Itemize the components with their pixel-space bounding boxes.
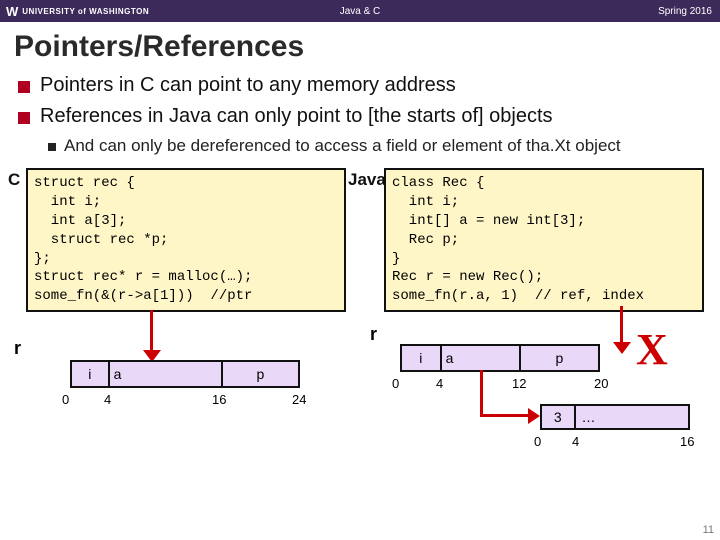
tick: 0 (62, 392, 69, 407)
header-center: Java & C (340, 6, 381, 17)
mem-java-i: i (402, 346, 442, 370)
arr-dots: … (576, 406, 688, 428)
tick: 4 (104, 392, 111, 407)
diagrams: r i a p 0 4 16 24 r i a p 0 4 12 20 X 3 … (0, 312, 720, 482)
bullet-subsquare-icon (48, 143, 56, 151)
tick: 4 (572, 434, 579, 449)
mem-java: i a p (400, 344, 600, 372)
mem-c: i a p (70, 360, 300, 388)
mem-java-p: p (521, 346, 598, 370)
tick: 16 (212, 392, 226, 407)
bullet-2: References in Java can only point to [th… (18, 105, 702, 128)
tick: 20 (594, 376, 608, 391)
page-number: 11 (703, 524, 714, 536)
tick: 24 (292, 392, 306, 407)
c-label: C (8, 170, 20, 190)
tick: 16 (680, 434, 694, 449)
r-label-right: r (370, 324, 377, 345)
bullet-square-icon (18, 81, 30, 93)
logo: W UNIVERSITY of WASHINGTON (0, 4, 149, 19)
tick: 0 (534, 434, 541, 449)
bullets: Pointers in C can point to any memory ad… (0, 74, 720, 156)
c-column: C struct rec { int i; int a[3]; struct r… (10, 168, 346, 312)
mem-c-p: p (223, 362, 298, 386)
tick: 0 (392, 376, 399, 391)
c-code: struct rec { int i; int a[3]; struct rec… (26, 168, 346, 312)
tick: 4 (436, 376, 443, 391)
bullet-square-icon (18, 112, 30, 124)
tick: 12 (512, 376, 526, 391)
logo-w: W (6, 4, 18, 19)
java-label: Java (348, 170, 386, 190)
mem-c-a: a (110, 362, 223, 386)
mem-c-i: i (72, 362, 110, 386)
bullet-1: Pointers in C can point to any memory ad… (18, 74, 702, 97)
mem-java-array: 3 … (540, 404, 690, 430)
arr-len: 3 (542, 406, 576, 428)
bullet-2-text: References in Java can only point to [th… (40, 105, 553, 128)
big-x: X (636, 324, 668, 375)
header-right: Spring 2016 (658, 6, 712, 17)
header-bar: W UNIVERSITY of WASHINGTON Java & C Spri… (0, 0, 720, 22)
java-column: Java class Rec { int i; int[] a = new in… (356, 168, 704, 312)
bullet-2-sub: And can only be dereferenced to access a… (48, 136, 702, 156)
java-code: class Rec { int i; int[] a = new int[3];… (384, 168, 704, 312)
page-title: Pointers/References (0, 22, 720, 74)
bullet-2-sub-text: And can only be dereferenced to access a… (64, 136, 621, 156)
logo-text: UNIVERSITY of WASHINGTON (22, 7, 149, 16)
r-label-left: r (14, 338, 21, 359)
bullet-1-text: Pointers in C can point to any memory ad… (40, 74, 456, 97)
code-columns: C struct rec { int i; int a[3]; struct r… (0, 168, 720, 312)
mem-java-a: a (442, 346, 521, 370)
